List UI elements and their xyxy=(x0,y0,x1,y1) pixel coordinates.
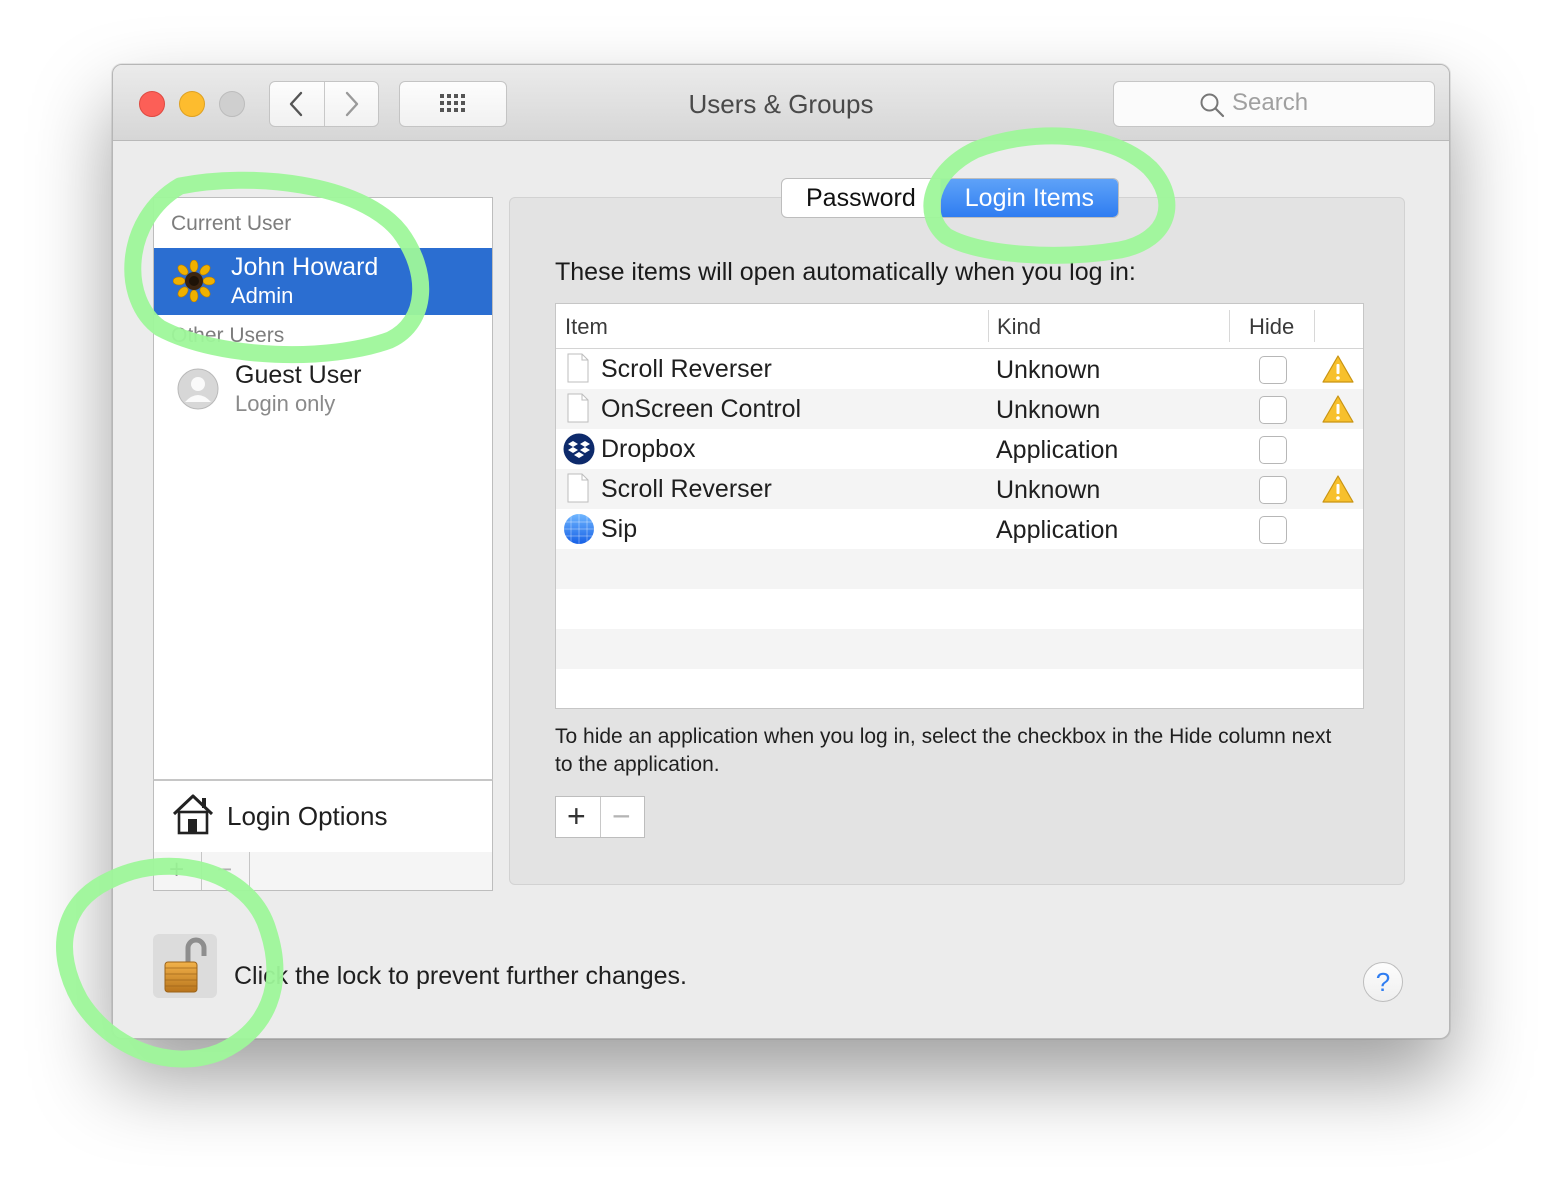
search-icon xyxy=(1200,93,1225,118)
hide-instructions: To hide an application when you log in, … xyxy=(555,725,1332,776)
generic-file-icon xyxy=(567,393,589,423)
other-users-header: Other Users xyxy=(171,324,285,347)
user-row-guest[interactable]: Guest User Login only xyxy=(154,358,492,428)
sip-icon xyxy=(564,514,594,544)
table-row[interactable]: Scroll Reverser Unknown xyxy=(556,469,1363,509)
column-divider xyxy=(988,310,989,342)
item-kind: Unknown xyxy=(996,476,1101,504)
dropbox-icon xyxy=(563,433,595,465)
current-user-header: Current User xyxy=(171,212,292,235)
table-row[interactable]: Sip Application xyxy=(556,509,1363,549)
warning-icon xyxy=(1322,355,1354,383)
column-divider xyxy=(1314,310,1315,342)
warning-icon xyxy=(1322,475,1354,503)
users-groups-window: Users & Groups Current User xyxy=(112,64,1450,1039)
help-button[interactable]: ? xyxy=(1363,962,1403,1002)
item-name: OnScreen Control xyxy=(601,395,802,423)
user-add-remove-bar: + − xyxy=(153,852,493,891)
current-user-name: John Howard xyxy=(231,253,379,281)
tab-login-items[interactable]: Login Items xyxy=(940,179,1119,217)
login-options-row[interactable]: Login Options xyxy=(153,779,493,854)
guest-avatar-icon xyxy=(177,368,219,410)
empty-row xyxy=(556,589,1363,629)
login-options-label: Login Options xyxy=(227,801,388,831)
tab-password[interactable]: Password xyxy=(782,179,941,217)
guest-user-role: Login only xyxy=(235,391,336,416)
sunflower-avatar xyxy=(173,260,215,302)
search-field[interactable] xyxy=(1113,81,1435,127)
hide-checkbox[interactable] xyxy=(1259,476,1287,504)
user-row-current[interactable]: John Howard Admin xyxy=(154,248,492,315)
add-user-button[interactable]: + xyxy=(154,852,202,890)
item-kind: Unknown xyxy=(996,356,1101,384)
add-login-item-button[interactable]: + xyxy=(556,797,600,837)
column-kind[interactable]: Kind xyxy=(997,314,1041,340)
add-login-item-label: + xyxy=(567,798,586,834)
login-items-add-remove: + − xyxy=(555,796,645,838)
lock-button[interactable] xyxy=(153,934,217,998)
item-name: Scroll Reverser xyxy=(601,355,772,383)
remove-user-label: − xyxy=(217,854,233,884)
house-icon xyxy=(172,794,214,835)
generic-file-icon xyxy=(567,353,589,383)
guest-user-name: Guest User xyxy=(235,361,362,389)
empty-row xyxy=(556,629,1363,669)
users-list: Current User John Howard Admin Other Use… xyxy=(153,197,493,781)
titlebar: Users & Groups xyxy=(113,65,1449,141)
item-kind: Application xyxy=(996,516,1119,544)
add-user-label: + xyxy=(169,854,185,884)
remove-login-item-button[interactable]: − xyxy=(601,797,644,837)
generic-file-icon xyxy=(567,473,589,503)
item-name: Sip xyxy=(601,515,638,543)
item-name: Scroll Reverser xyxy=(601,475,772,503)
item-kind: Unknown xyxy=(996,396,1101,424)
table-row[interactable]: Scroll Reverser Unknown xyxy=(556,349,1363,389)
column-divider xyxy=(1229,310,1230,342)
column-hide[interactable]: Hide xyxy=(1249,314,1294,340)
hide-checkbox[interactable] xyxy=(1259,356,1287,384)
warning-icon xyxy=(1322,395,1354,423)
current-user-role: Admin xyxy=(231,283,294,308)
login-items-table: Item Kind Hide Scroll Reverser Unknown O… xyxy=(555,303,1364,709)
tab-bar: Password Login Items xyxy=(781,178,1120,218)
empty-row xyxy=(556,549,1363,589)
hide-checkbox[interactable] xyxy=(1259,436,1287,464)
table-row[interactable]: Dropbox Application xyxy=(556,429,1363,469)
item-kind: Application xyxy=(996,436,1119,464)
unlocked-padlock-icon xyxy=(164,937,207,993)
hide-checkbox[interactable] xyxy=(1259,396,1287,424)
search-input[interactable] xyxy=(1232,88,1422,118)
remove-login-item-label: − xyxy=(612,798,631,834)
column-item[interactable]: Item xyxy=(565,314,608,340)
lock-message: Click the lock to prevent further change… xyxy=(234,962,688,990)
table-header: Item Kind Hide xyxy=(556,304,1363,349)
login-items-intro: These items will open automatically when… xyxy=(555,258,1136,286)
item-name: Dropbox xyxy=(601,435,696,463)
hide-checkbox[interactable] xyxy=(1259,516,1287,544)
table-row[interactable]: OnScreen Control Unknown xyxy=(556,389,1363,429)
remove-user-button[interactable]: − xyxy=(202,852,250,890)
